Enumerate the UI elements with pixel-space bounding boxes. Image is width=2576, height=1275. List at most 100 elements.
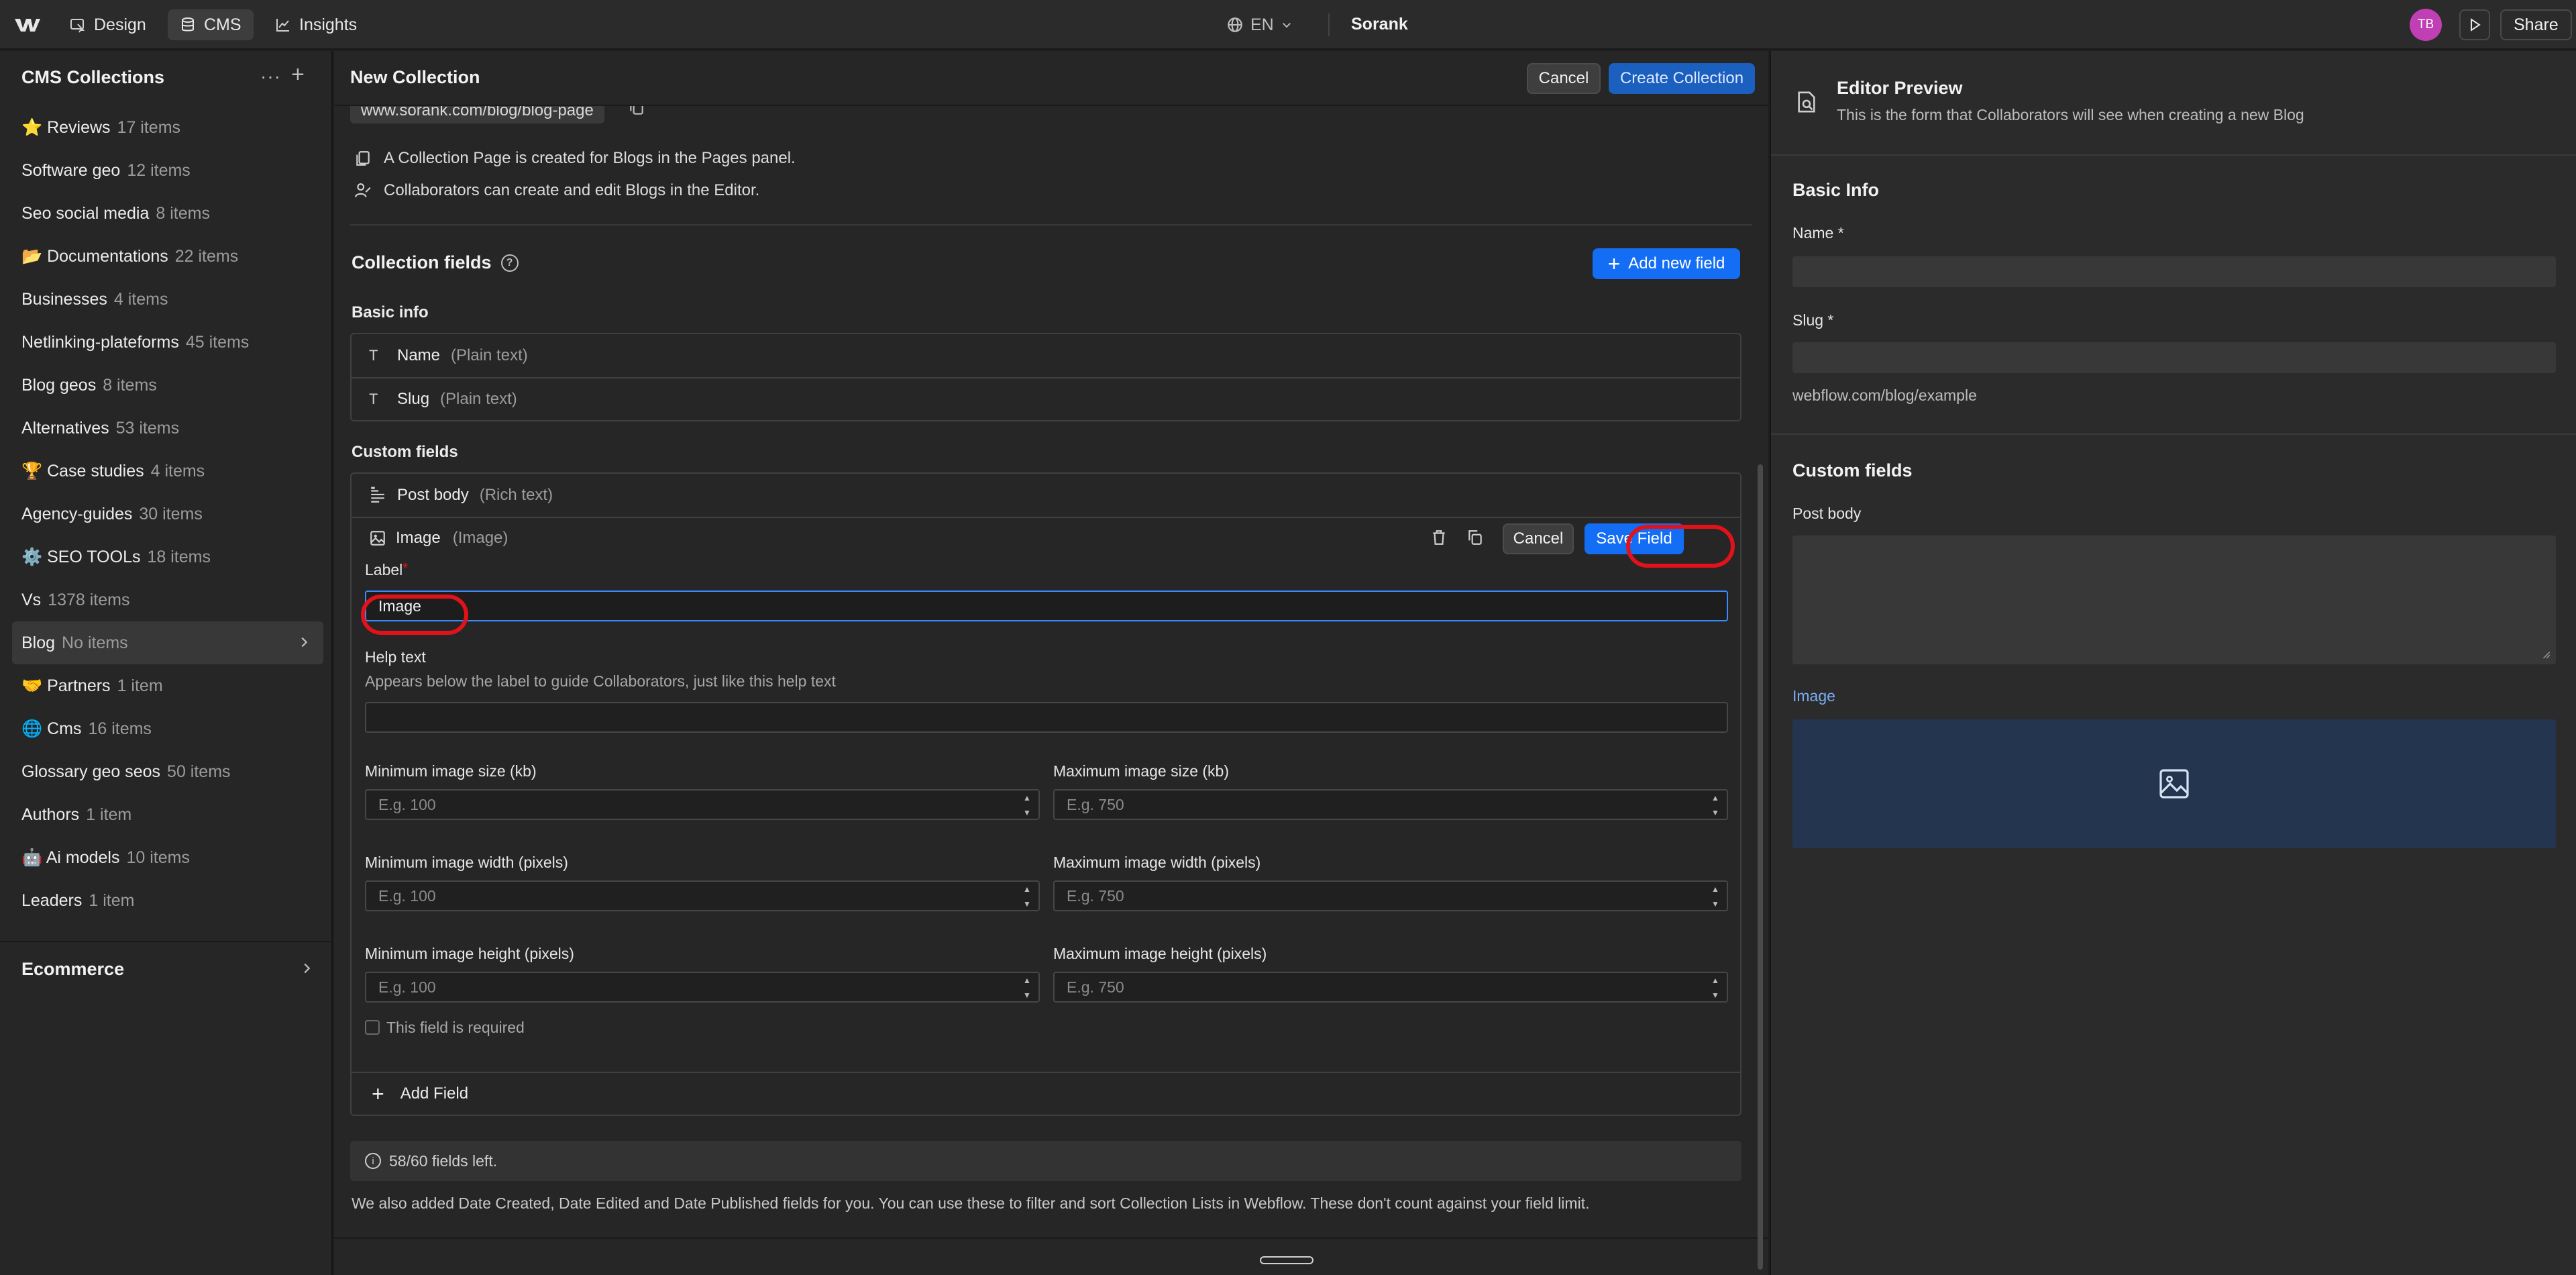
info-pages: A Collection Page is created for Blogs i… (354, 149, 796, 168)
sidebar-item[interactable]: Netlinking-plateforms 45 items (12, 321, 323, 364)
sidebar-item[interactable]: Vs 1378 items (12, 578, 323, 621)
field-row-name[interactable]: T Name (Plain text) (352, 334, 1740, 377)
sidebar-item[interactable]: Leaders 1 item (12, 879, 323, 922)
stepper-icon[interactable]: ▲ ▼ (1708, 793, 1723, 817)
info-pages-text: A Collection Page is created for Blogs i… (384, 149, 796, 167)
cms-sidebar: CMS Collections ··· + ⭐ Reviews 17 items S… (0, 51, 333, 1275)
sidebar-item-label: 🤖 Ai models (21, 848, 120, 867)
editor-preview-panel: Editor Preview This is the form that Col… (1770, 51, 2576, 1275)
sidebar-item-count: 1 item (117, 676, 163, 695)
limit-input[interactable]: E.g. 750 ▲ ▼ (1053, 880, 1728, 911)
sidebar-item[interactable]: Software geo 12 items (12, 149, 323, 192)
stepper-icon[interactable]: ▲ ▼ (1708, 884, 1723, 909)
mode-insights-button[interactable]: Insights (263, 9, 369, 40)
preview-slug-hint: webflow.com/blog/example (1792, 387, 1977, 404)
add-new-field-button[interactable]: + Add new field (1593, 248, 1740, 279)
ecommerce-section[interactable]: Ecommerce (21, 948, 317, 990)
limit-input[interactable]: E.g. 100 ▲ ▼ (365, 972, 1040, 1003)
sidebar-item[interactable]: Blog geos 8 items (12, 364, 323, 407)
duplicate-icon[interactable] (1466, 529, 1484, 546)
sidebar-item-count: 12 items (127, 160, 191, 180)
mode-design-button[interactable]: Design (58, 9, 158, 40)
sidebar-item[interactable]: 🤖 Ai models 10 items (12, 836, 323, 879)
sidebar-item[interactable]: Blog No items (12, 621, 323, 664)
scrollbar[interactable] (1758, 464, 1763, 1270)
limit-placeholder: E.g. 750 (1067, 795, 1124, 813)
help-text-input[interactable] (365, 702, 1728, 733)
custom-fields-label: Custom fields (352, 443, 458, 461)
sidebar-item[interactable]: Seo social media 8 items (12, 192, 323, 235)
create-collection-button[interactable]: Create Collection (1609, 63, 1755, 94)
drag-handle[interactable] (1260, 1256, 1313, 1264)
text-type-icon: T (369, 391, 378, 407)
limit-input[interactable]: E.g. 750 ▲ ▼ (1053, 972, 1728, 1003)
sidebar-item-count: 18 items (147, 547, 211, 566)
sidebar-item[interactable]: ⭐ Reviews 17 items (12, 106, 323, 149)
stepper-icon[interactable]: ▲ ▼ (1020, 884, 1034, 909)
sidebar-item-count: No items (62, 633, 128, 652)
cancel-button[interactable]: Cancel (1527, 63, 1601, 94)
help-icon[interactable]: ? (500, 254, 519, 272)
sidebar-item-count: 8 items (103, 375, 157, 395)
sidebar-item-label: Vs (21, 590, 42, 609)
field-type: (Plain text) (451, 346, 528, 364)
preview-image-label: Image (1792, 687, 1835, 705)
sidebar-item-count: 4 items (150, 461, 205, 480)
sidebar-item-label: Blog geos (21, 375, 97, 395)
avatar[interactable]: TB (2410, 9, 2442, 41)
trash-icon[interactable] (1430, 529, 1448, 546)
globe-icon (1228, 17, 1242, 32)
field-type: (Plain text) (440, 390, 517, 408)
limit-input[interactable]: E.g. 100 ▲ ▼ (365, 789, 1040, 820)
resize-handle-icon (2542, 651, 2551, 659)
add-collection-icon[interactable]: + (291, 62, 305, 88)
sidebar-item[interactable]: Glossary geo seos 50 items (12, 750, 323, 793)
required-checkbox[interactable] (365, 1020, 380, 1035)
limit-input[interactable]: E.g. 100 ▲ ▼ (365, 880, 1040, 911)
sidebar-item-count: 22 items (174, 246, 239, 266)
basic-fields-box: T Name (Plain text) T Slug (Plain text) (350, 333, 1741, 421)
sidebar-item[interactable]: ⚙️ SEO TOOLs 18 items (12, 536, 323, 578)
field-cancel-button[interactable]: Cancel (1503, 523, 1574, 554)
field-row-post-body[interactable]: Post body (Rich text) (352, 474, 1740, 517)
sidebar-item[interactable]: 🤝 Partners 1 item (12, 664, 323, 707)
text-type-icon: T (369, 347, 378, 364)
sidebar-item-count: 30 items (139, 504, 203, 523)
limit-input[interactable]: E.g. 750 ▲ ▼ (1053, 789, 1728, 820)
more-options-icon[interactable]: ··· (260, 66, 281, 87)
mode-cms-button[interactable]: CMS (168, 9, 254, 40)
preview-subtitle: This is the form that Collaborators will… (1837, 106, 2304, 123)
play-icon (2471, 18, 2481, 32)
label-input[interactable]: Image (365, 591, 1728, 621)
sidebar-item[interactable]: 🏆 Case studies 4 items (12, 450, 323, 493)
stepper-icon[interactable]: ▲ ▼ (1020, 976, 1034, 1000)
panel-header: New Collection Cancel Create Collection (334, 51, 1768, 106)
webflow-logo-icon[interactable] (13, 16, 42, 34)
sidebar-item[interactable]: Authors 1 item (12, 793, 323, 836)
ecommerce-label: Ecommerce (21, 958, 125, 979)
sidebar-item[interactable]: Businesses 4 items (12, 278, 323, 321)
preview-button[interactable] (2459, 9, 2490, 40)
language-selector[interactable]: EN (1226, 9, 1293, 40)
label-field-text: Label (365, 561, 403, 578)
save-field-button[interactable]: Save Field (1585, 523, 1684, 554)
stepper-icon[interactable]: ▲ ▼ (1708, 976, 1723, 1000)
sidebar-item-count: 50 items (167, 762, 231, 781)
info-icon: i (365, 1153, 381, 1169)
sidebar-item-label: 🌐 Cms (21, 719, 82, 738)
share-button[interactable]: Share (2500, 9, 2572, 40)
sidebar-item-label: Businesses (21, 289, 107, 309)
chart-line-icon (276, 19, 289, 32)
field-row-slug[interactable]: T Slug (Plain text) (352, 377, 1740, 420)
sidebar-item[interactable]: Agency-guides 30 items (12, 493, 323, 536)
add-field-button[interactable]: + Add Field (352, 1072, 1740, 1115)
sidebar-item[interactable]: Alternatives 53 items (12, 407, 323, 450)
sidebar-item[interactable]: 📂 Documentations 22 items (12, 235, 323, 278)
limit-label: Maximum image width (pixels) (1053, 854, 1261, 871)
sidebar-item[interactable]: 🌐 Cms 16 items (12, 707, 323, 750)
label-field-title: Label* (365, 561, 408, 579)
add-new-field-label: Add new field (1628, 254, 1725, 272)
stepper-icon[interactable]: ▲ ▼ (1020, 793, 1034, 817)
chevron-down-icon (1282, 23, 1291, 28)
field-editor-header: Image (Image) (369, 529, 508, 548)
